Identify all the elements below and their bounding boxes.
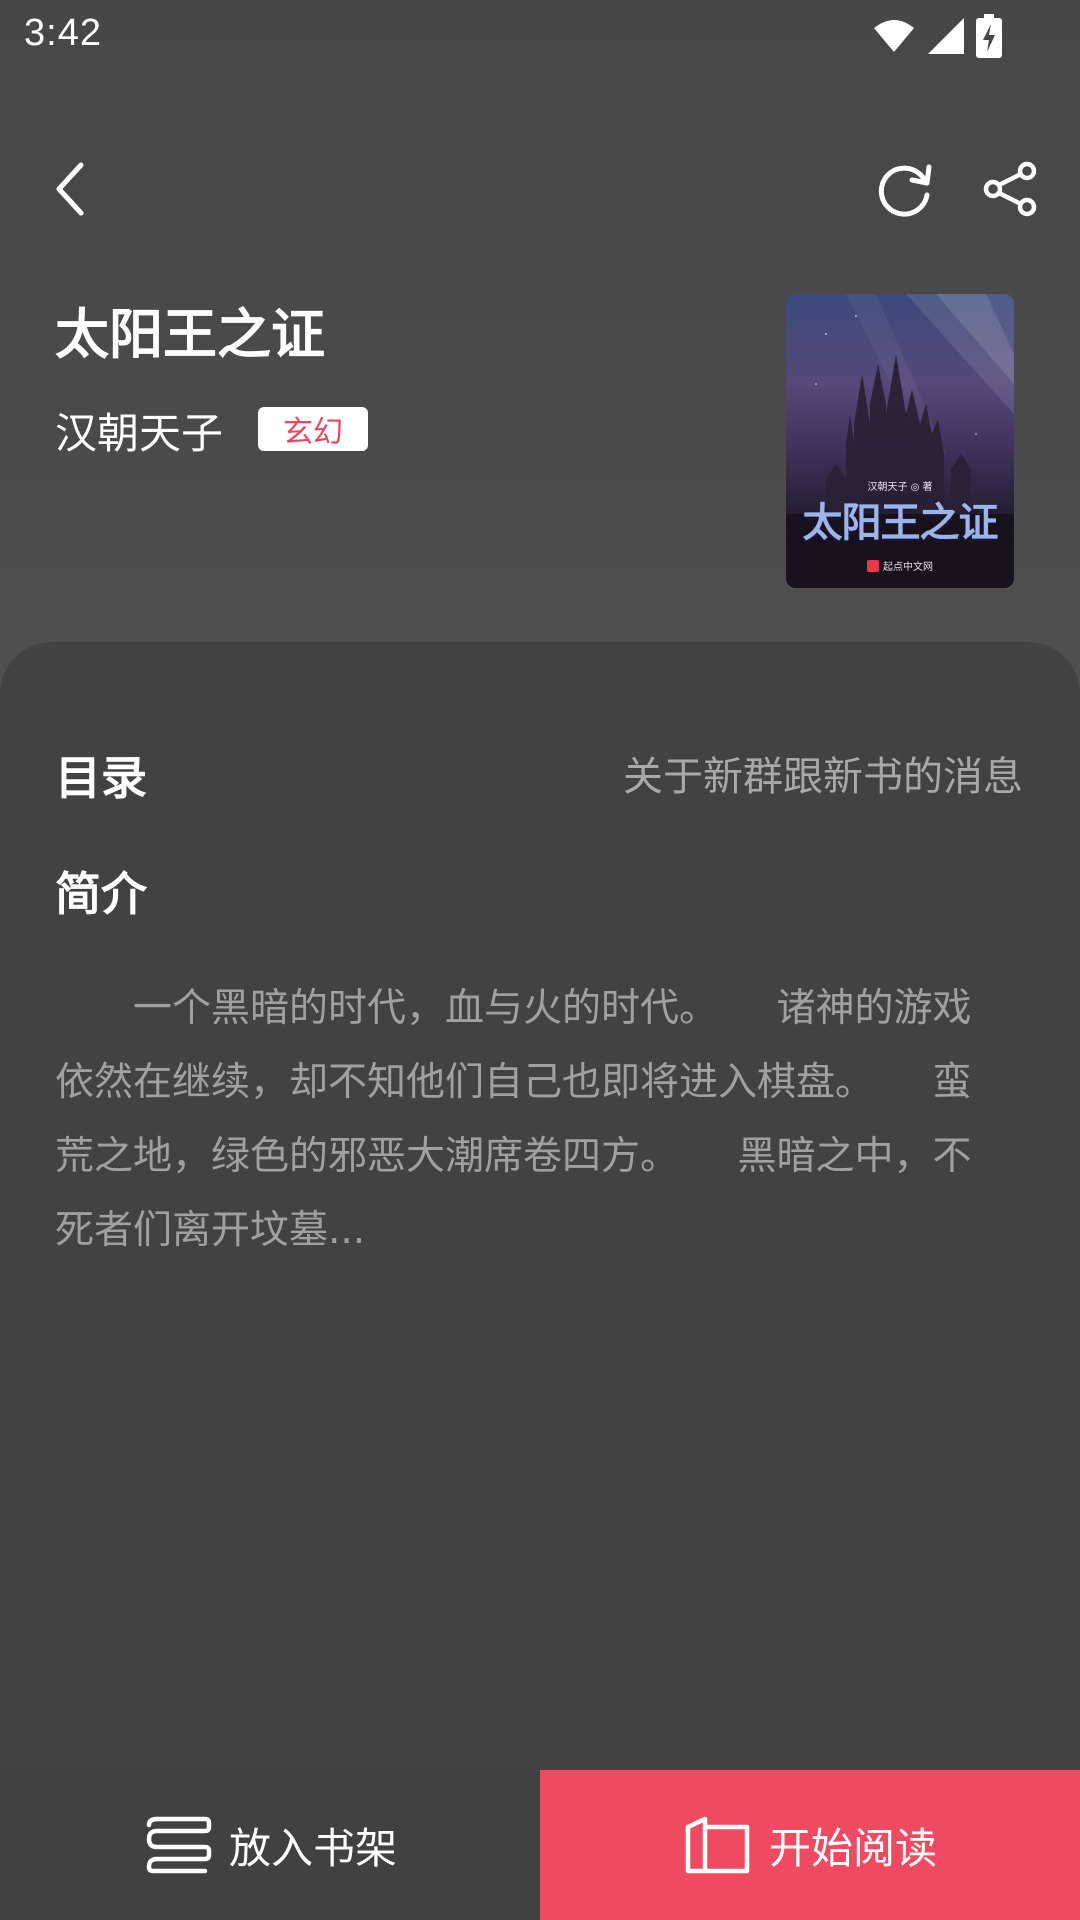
status-time: 3:42 [24, 12, 102, 54]
back-button[interactable] [26, 144, 116, 234]
book-cover: 汉朝天子 ◎ 著 太阳王之证 起点中文网 [786, 294, 1014, 588]
share-icon [983, 161, 1037, 217]
content-card [0, 642, 1080, 1920]
refresh-icon [878, 164, 932, 217]
chevron-left-icon [56, 162, 84, 216]
start-reading-label: 开始阅读 [768, 1823, 937, 1873]
latest-chapter-link[interactable]: 关于新群跟新书的消息 [623, 744, 1023, 802]
add-to-shelf-label: 放入书架 [228, 1823, 397, 1873]
book-title: 太阳王之证 [55, 303, 325, 366]
genre-tag[interactable]: 玄幻 [258, 407, 368, 451]
cellular-signal-icon [928, 18, 964, 54]
add-to-shelf-button[interactable]: 放入书架 [0, 1770, 540, 1920]
battery-charging-icon [976, 14, 1002, 58]
status-bar: 3:42 [0, 0, 1080, 72]
bottom-action-bar: 放入书架 开始阅读 [0, 1770, 1080, 1920]
publisher-name: 起点中文网 [883, 562, 933, 573]
share-button[interactable] [966, 144, 1056, 234]
intro-text: 一个黑暗的时代，血与火的时代。 诸神的游戏依然在继续，却不知他们自己也即将进入棋… [55, 986, 972, 1253]
bookshelf-icon [146, 1816, 212, 1874]
book-detail-screen: 3:42 太阳王之证 汉朝天子 玄幻 汉朝天子 ◎ 著 太阳王之证 起点中文网 … [0, 0, 1080, 1920]
cover-publisher: 起点中文网 [786, 558, 1014, 573]
book-author[interactable]: 汉朝天子 [55, 400, 223, 461]
status-icons [872, 12, 1002, 60]
intro-label: 简介 [55, 867, 147, 921]
toc-label[interactable]: 目录 [55, 742, 147, 808]
cover-title: 太阳王之证 [802, 500, 999, 546]
start-reading-button[interactable]: 开始阅读 [540, 1770, 1080, 1920]
publisher-logo-icon [867, 559, 879, 572]
open-book-icon [685, 1816, 750, 1874]
refresh-button[interactable] [860, 144, 950, 234]
wifi-icon [874, 20, 914, 52]
